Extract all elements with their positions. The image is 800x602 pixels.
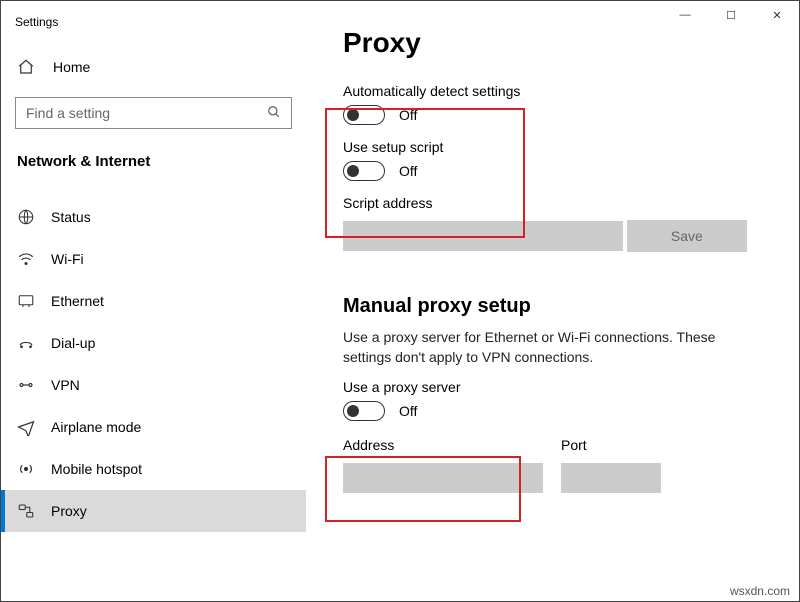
sidebar-item-label: Wi-Fi (51, 251, 84, 267)
script-address-input[interactable] (343, 221, 623, 251)
search-field[interactable] (26, 105, 267, 121)
search-icon (267, 105, 281, 122)
auto-detect-toggle[interactable] (343, 105, 385, 125)
globe-icon (17, 208, 35, 226)
address-input[interactable] (343, 463, 543, 493)
use-proxy-state: Off (399, 403, 417, 419)
hotspot-icon (17, 460, 35, 478)
sidebar-item-hotspot[interactable]: Mobile hotspot (1, 448, 306, 490)
sidebar-item-label: VPN (51, 377, 80, 393)
page-title: Proxy (343, 27, 763, 59)
sidebar-item-vpn[interactable]: VPN (1, 364, 306, 406)
address-label: Address (343, 437, 543, 453)
wifi-icon (17, 250, 35, 268)
proxy-icon (17, 502, 35, 520)
sidebar-item-home[interactable]: Home (1, 47, 306, 87)
sidebar-item-label: Mobile hotspot (51, 461, 142, 477)
auto-detect-label: Automatically detect settings (343, 83, 763, 99)
setup-script-toggle[interactable] (343, 161, 385, 181)
ethernet-icon (17, 292, 35, 310)
setup-script-label: Use setup script (343, 139, 763, 155)
sidebar-item-status[interactable]: Status (1, 196, 306, 238)
port-input[interactable] (561, 463, 661, 493)
maximize-button[interactable]: ☐ (708, 0, 754, 30)
vpn-icon (17, 376, 35, 394)
watermark: wsxdn.com (730, 584, 790, 598)
minimize-button[interactable]: — (662, 0, 708, 30)
sidebar-item-label: Status (51, 209, 91, 225)
sidebar-item-proxy[interactable]: Proxy (1, 490, 306, 532)
sidebar-item-ethernet[interactable]: Ethernet (1, 280, 306, 322)
port-label: Port (561, 437, 661, 453)
setup-script-state: Off (399, 163, 417, 179)
sidebar-item-label: Ethernet (51, 293, 104, 309)
sidebar-item-airplane[interactable]: Airplane mode (1, 406, 306, 448)
sidebar-item-label: Airplane mode (51, 419, 141, 435)
sidebar: Settings Home Network & Internet (1, 1, 307, 601)
sidebar-item-dialup[interactable]: Dial-up (1, 322, 306, 364)
search-input[interactable] (15, 97, 292, 129)
sidebar-category: Network & Internet (1, 137, 306, 178)
use-proxy-label: Use a proxy server (343, 379, 763, 395)
dialup-icon (17, 334, 35, 352)
sidebar-item-label: Proxy (51, 503, 87, 519)
script-address-label: Script address (343, 195, 763, 211)
use-proxy-toggle[interactable] (343, 401, 385, 421)
home-icon (17, 58, 35, 76)
auto-detect-state: Off (399, 107, 417, 123)
close-button[interactable]: ✕ (754, 0, 800, 30)
sidebar-home-label: Home (53, 59, 90, 75)
window-title: Settings (15, 15, 58, 29)
airplane-icon (17, 418, 35, 436)
sidebar-item-label: Dial-up (51, 335, 95, 351)
manual-body: Use a proxy server for Ethernet or Wi-Fi… (343, 328, 763, 367)
save-button[interactable]: Save (627, 220, 747, 252)
main-content: Proxy Automatically detect settings Off … (307, 1, 799, 601)
manual-heading: Manual proxy setup (343, 295, 763, 318)
sidebar-item-wifi[interactable]: Wi-Fi (1, 238, 306, 280)
